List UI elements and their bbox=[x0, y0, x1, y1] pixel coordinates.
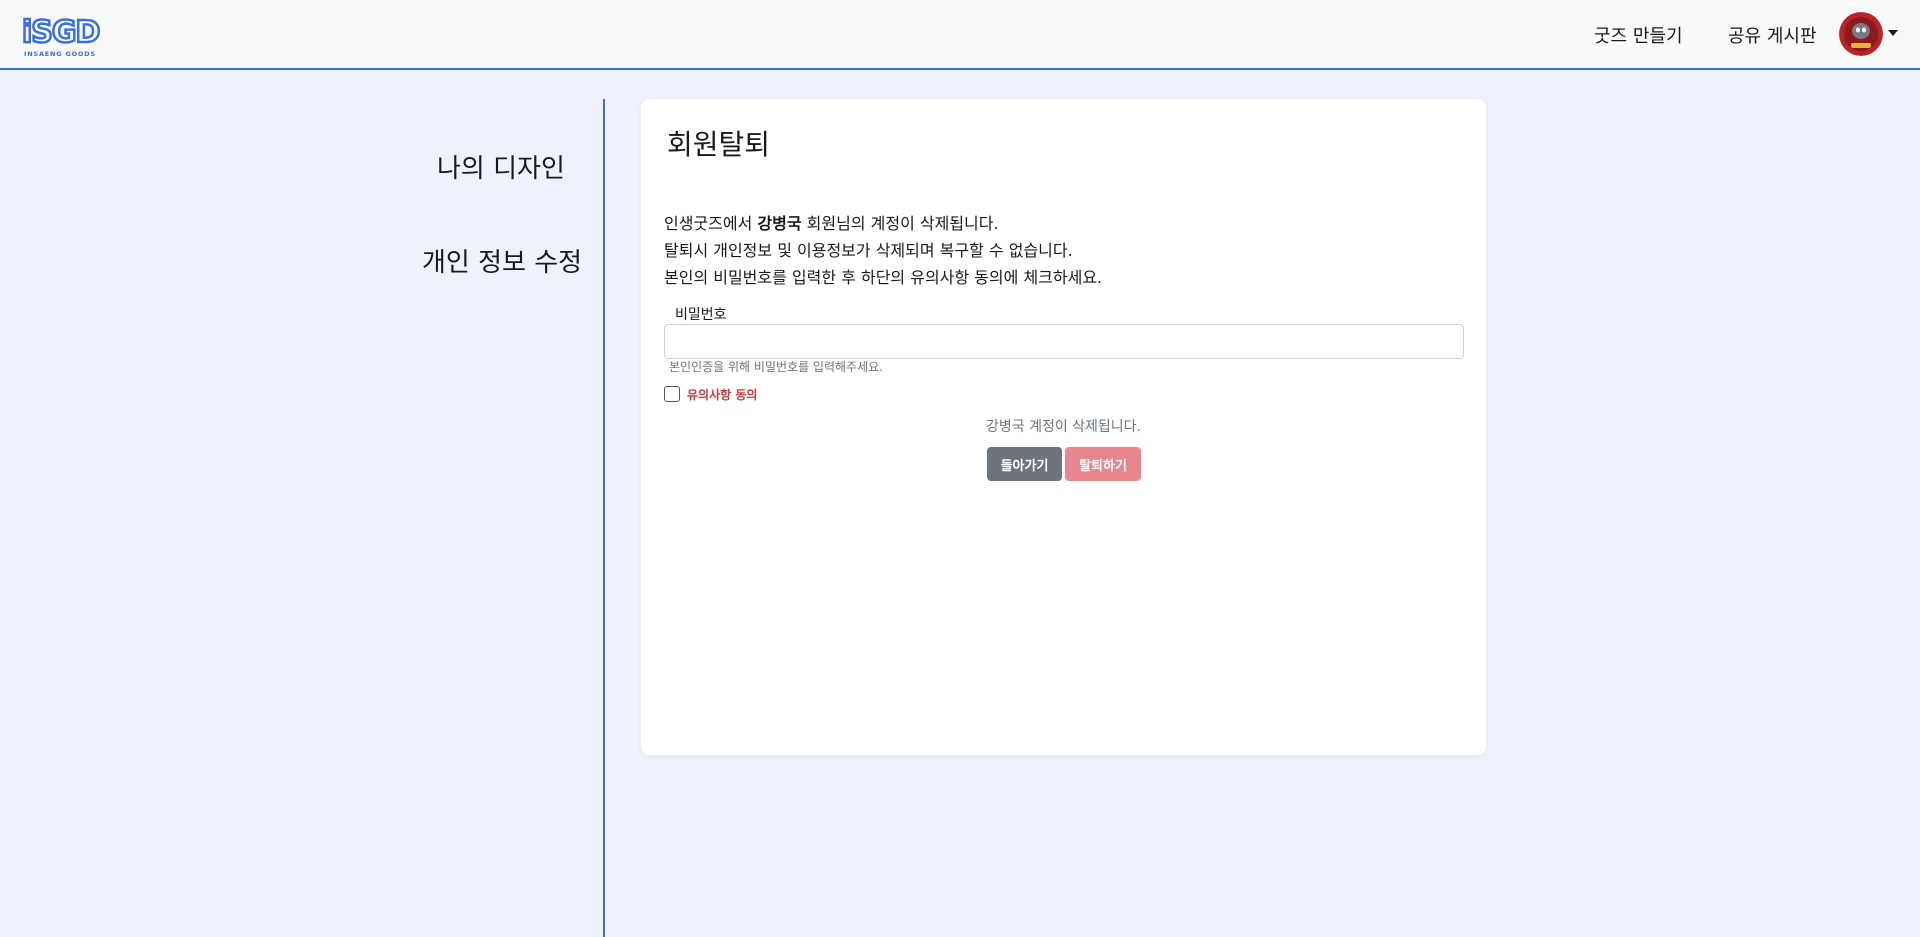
svg-text:INSAENG GOODS: INSAENG GOODS bbox=[24, 50, 96, 58]
agree-checkbox-label[interactable]: 유의사항 동의 bbox=[687, 386, 757, 403]
sidebar-item-my-design[interactable]: 나의 디자인 bbox=[437, 148, 565, 185]
withdrawal-card: 회원탈퇴 인생굿즈에서 강병국 회원님의 계정이 삭제됩니다. 탈퇴시 개인정보… bbox=[641, 99, 1486, 755]
withdraw-button[interactable]: 탈퇴하기 bbox=[1065, 447, 1141, 481]
password-label: 비밀번호 bbox=[675, 307, 727, 323]
nav-make-goods-link[interactable]: 굿즈 만들기 bbox=[1594, 22, 1683, 48]
user-menu-chevron-down-icon[interactable] bbox=[1888, 30, 1898, 36]
nav-share-board-link[interactable]: 공유 게시판 bbox=[1728, 22, 1817, 48]
sidebar-item-edit-info[interactable]: 개인 정보 수정 bbox=[422, 242, 582, 279]
user-avatar[interactable] bbox=[1839, 12, 1883, 56]
back-button[interactable]: 돌아가기 bbox=[987, 447, 1062, 481]
notice-line-3: 본인의 비밀번호를 입력한 후 하단의 유의사항 동의에 체크하세요. bbox=[664, 268, 1103, 287]
password-field[interactable] bbox=[664, 324, 1464, 359]
notice-line-1: 인생굿즈에서 강병국 회원님의 계정이 삭제됩니다. bbox=[664, 214, 999, 233]
notice-line-2: 탈퇴시 개인정보 및 이용정보가 삭제되며 복구할 수 없습니다. bbox=[664, 241, 1073, 260]
withdrawal-notice: 인생굿즈에서 강병국 회원님의 계정이 삭제됩니다. 탈퇴시 개인정보 및 이용… bbox=[664, 210, 1102, 291]
page-title: 회원탈퇴 bbox=[667, 128, 771, 161]
agree-checkbox[interactable] bbox=[664, 386, 680, 402]
insaeng-goods-logo[interactable]: iSGD INSAENG GOODS bbox=[20, 12, 114, 60]
top-navbar: iSGD INSAENG GOODS 굿즈 만들기 공유 게시판 bbox=[0, 0, 1920, 70]
svg-text:iSGD: iSGD bbox=[22, 15, 100, 50]
password-help-text: 본인인증을 위해 비밀번호를 입력해주세요. bbox=[669, 360, 883, 374]
status-text: 강병국 계정이 삭제됩니다. bbox=[985, 419, 1142, 435]
sidebar-divider bbox=[603, 99, 605, 937]
member-name: 강병국 bbox=[757, 214, 802, 233]
